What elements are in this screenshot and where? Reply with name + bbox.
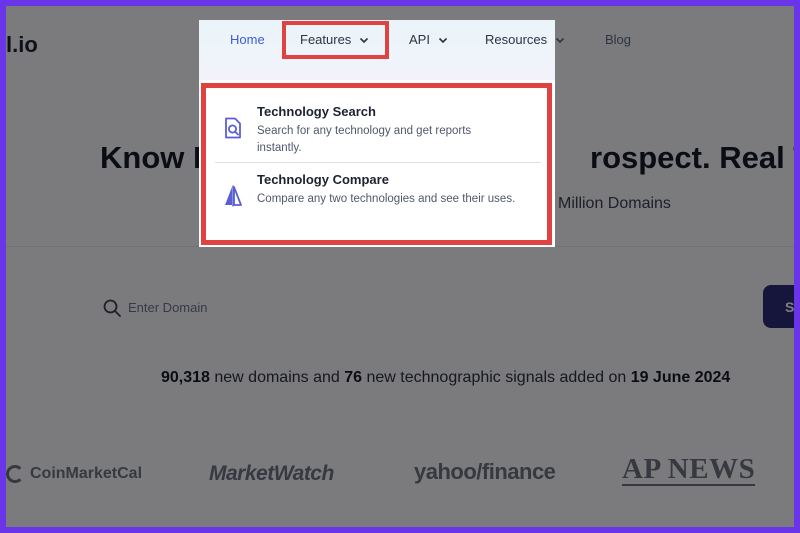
nav-item-label: API	[409, 32, 430, 47]
features-highlight-box	[282, 21, 389, 59]
nav-item-resources[interactable]: Resources	[485, 32, 565, 47]
nav-item-label: Resources	[485, 32, 548, 47]
nav-item-label: Home	[230, 32, 265, 47]
chevron-down-icon	[438, 37, 448, 43]
nav-item-blog[interactable]: Blog	[605, 32, 631, 47]
chevron-down-icon	[556, 37, 565, 43]
dropdown-highlight-box	[201, 83, 552, 245]
nav-item-home[interactable]: Home	[230, 32, 265, 47]
nav-item-api[interactable]: API	[409, 32, 448, 47]
nav-item-label: Blog	[605, 32, 632, 47]
